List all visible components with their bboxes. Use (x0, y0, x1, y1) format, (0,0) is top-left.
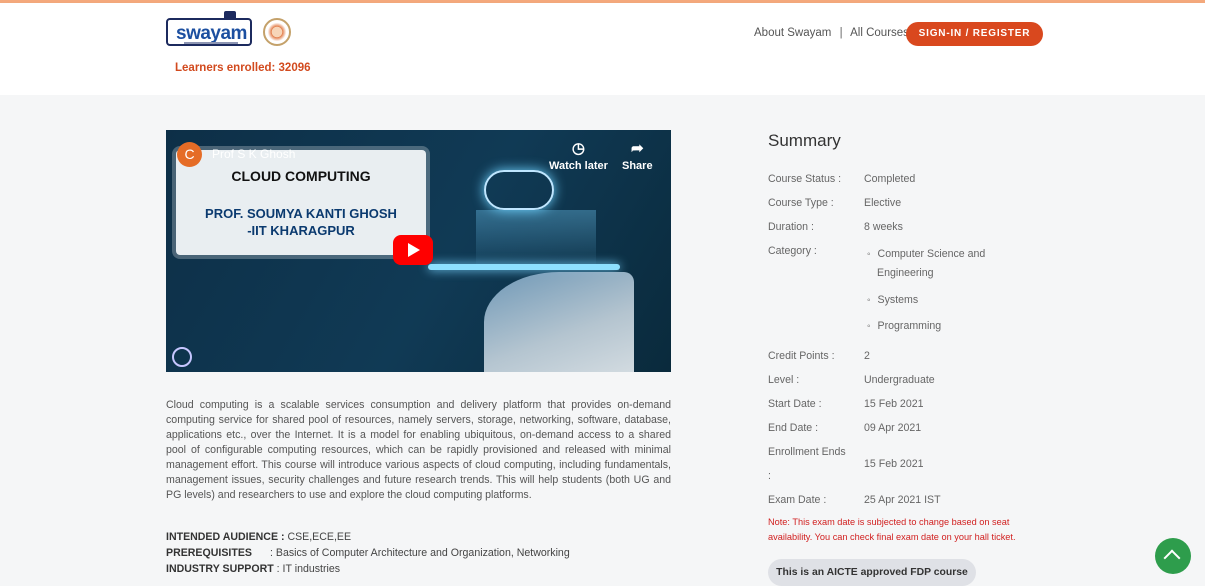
tablet-graphic (428, 264, 620, 270)
course-video-player[interactable]: CLOUD COMPUTING PROF. SOUMYA KANTI GHOSH… (166, 130, 671, 372)
exam-date-label: Exam Date : (768, 494, 827, 506)
duration-label: Duration : (768, 221, 814, 233)
duration-value: 8 weeks (864, 221, 903, 233)
cloud-icon (484, 170, 554, 210)
signin-register-button[interactable]: SIGN-IN / REGISTER (906, 22, 1043, 46)
channel-avatar[interactable]: C (177, 142, 202, 167)
nav-all-courses[interactable]: All Courses (850, 27, 909, 39)
exam-date-note: Note: This exam date is subjected to cha… (768, 517, 1016, 542)
intended-audience: INTENDED AUDIENCE : CSE,ECE,EE (166, 531, 352, 543)
start-date-value: 15 Feb 2021 (864, 398, 924, 410)
share-button[interactable]: ➦ Share (622, 140, 653, 172)
video-presenter-name: PROF. SOUMYA KANTI GHOSH (205, 206, 397, 221)
cloud-beam-graphic (476, 210, 596, 270)
enrollment-band (0, 55, 1205, 95)
category-item-continuation: Engineering (877, 267, 934, 279)
category-item: Programming (867, 317, 942, 336)
end-date-value: 09 Apr 2021 (864, 422, 922, 434)
play-icon[interactable] (393, 235, 433, 265)
level-value: Undergraduate (864, 374, 935, 386)
course-status-label: Course Status : (768, 173, 842, 185)
end-date-label: End Date : (768, 422, 819, 434)
prerequisites: PREREQUISITES: Basics of Computer Archit… (166, 547, 570, 559)
scroll-to-top-button[interactable] (1155, 538, 1191, 574)
category-label: Category : (768, 245, 817, 257)
watch-later-button[interactable]: ◷ Watch later (549, 140, 608, 172)
top-nav: About Swayam | All Courses | (754, 27, 925, 39)
swayam-logo[interactable]: swayam (166, 11, 252, 47)
course-type-value: Elective (864, 197, 902, 209)
credit-points-value: 2 (864, 350, 870, 362)
summary-title: Summary (768, 131, 841, 150)
enrollment-ends-label: Enrollment Ends (768, 446, 846, 458)
video-course-title: CLOUD COMPUTING (231, 168, 371, 184)
nav-about-swayam[interactable]: About Swayam (754, 27, 831, 39)
emblem-logo (263, 18, 291, 46)
enrollment-ends-value: 15 Feb 2021 (864, 458, 924, 470)
credit-points-label: Credit Points : (768, 350, 835, 362)
learners-enrolled: Learners enrolled: 32096 (175, 62, 311, 74)
clock-icon: ◷ (571, 140, 585, 157)
industry-support: INDUSTRY SUPPORT : IT industries (166, 563, 341, 575)
course-status-value: Completed (864, 173, 916, 185)
course-description: Cloud computing is a scalable services c… (166, 399, 671, 501)
institute-logo-icon (172, 347, 192, 367)
share-icon: ➦ (631, 140, 644, 157)
hand-graphic (484, 272, 634, 372)
level-label: Level : (768, 374, 800, 386)
category-item: Systems (867, 291, 919, 310)
enrollment-ends-colon: : (768, 470, 771, 482)
video-title-card: CLOUD COMPUTING PROF. SOUMYA KANTI GHOSH… (176, 150, 426, 255)
aicte-badge: This is an AICTE approved FDP course (768, 559, 976, 586)
category-item: Computer Science and (867, 245, 986, 264)
nav-separator: | (839, 27, 843, 39)
video-presenter-affiliation: -IIT KHARAGPUR (247, 223, 355, 238)
site-header: swayam About Swayam | All Courses | SIGN… (0, 3, 1205, 55)
start-date-label: Start Date : (768, 398, 822, 410)
course-type-label: Course Type : (768, 197, 834, 209)
exam-date-value: 25 Apr 2021 IST (864, 494, 941, 506)
channel-name[interactable]: Prof S K Ghosh (212, 147, 295, 161)
